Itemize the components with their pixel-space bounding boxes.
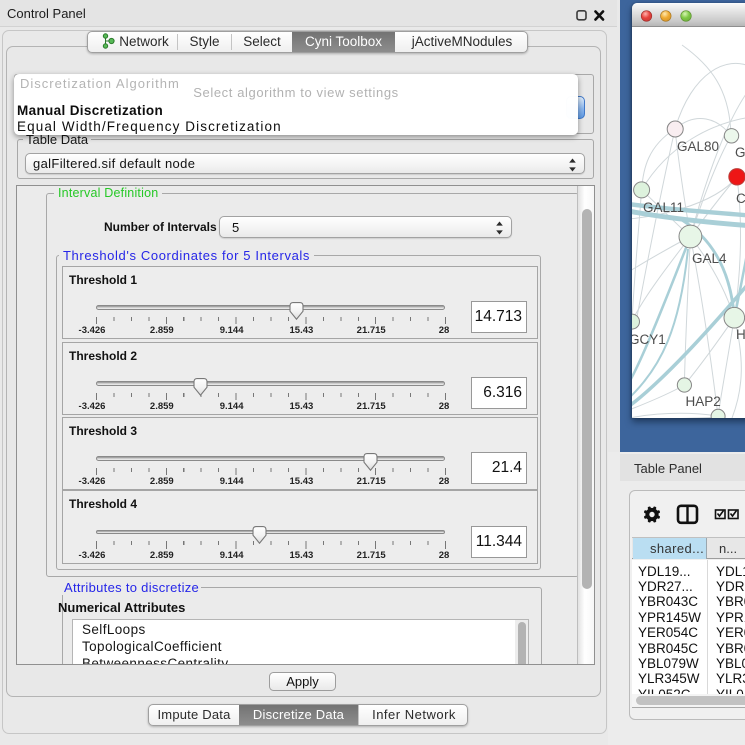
svg-text:H: H: [736, 327, 745, 342]
svg-text:GAL4: GAL4: [692, 251, 727, 266]
svg-text:HAP2: HAP2: [686, 394, 721, 409]
svg-text:GAL11: GAL11: [643, 200, 684, 215]
svg-text:C: C: [736, 191, 745, 206]
svg-text:G.: G.: [735, 145, 745, 160]
svg-text:GCY1: GCY1: [632, 332, 666, 347]
svg-text:GAL80: GAL80: [677, 139, 719, 154]
